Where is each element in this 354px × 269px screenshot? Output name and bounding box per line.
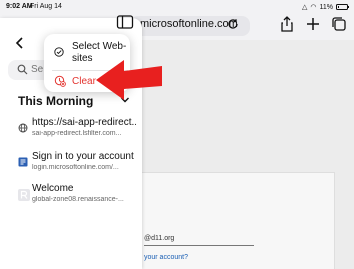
email-fragment[interactable]: @d11.org bbox=[144, 235, 174, 242]
tabs-overview-icon[interactable] bbox=[330, 15, 348, 33]
microsoft-favicon-icon bbox=[18, 157, 28, 167]
status-indicators: △ ◠ 11% bbox=[302, 3, 349, 11]
new-tab-icon[interactable] bbox=[304, 15, 322, 33]
history-item[interactable]: Sign in to your account login.microsofto… bbox=[0, 146, 142, 182]
history-item-url: login.microsoftonline.com/... bbox=[32, 164, 119, 171]
signal-icon: △ bbox=[302, 4, 308, 11]
renaissance-favicon-icon bbox=[18, 189, 30, 201]
wifi-icon: ◠ bbox=[310, 4, 317, 11]
section-title: This Morning bbox=[18, 94, 94, 108]
email-underline bbox=[144, 245, 254, 246]
back-chevron-icon[interactable] bbox=[14, 36, 26, 50]
status-date: Fri Aug 14 bbox=[30, 3, 62, 10]
reload-icon[interactable] bbox=[226, 17, 240, 31]
address-text[interactable]: microsoftonline.com bbox=[140, 18, 238, 30]
sidebar-toggle-icon[interactable] bbox=[116, 14, 134, 30]
history-item-title: https://sai-app-redirect... bbox=[32, 117, 136, 128]
search-icon bbox=[17, 64, 28, 75]
status-time: 9:02 AM bbox=[6, 3, 33, 10]
history-item[interactable]: Welcome global-zone08.renaissance-... bbox=[0, 178, 142, 214]
share-icon[interactable] bbox=[278, 15, 296, 33]
red-arrow-annotation bbox=[96, 60, 162, 100]
history-item-url: global-zone08.renaissance-... bbox=[32, 196, 124, 203]
battery-percent: 11% bbox=[319, 3, 334, 11]
account-link[interactable]: your account? bbox=[144, 254, 188, 261]
history-item[interactable]: https://sai-app-redirect... sai-app-redi… bbox=[0, 112, 142, 148]
history-item-url: sai-app-redirect.lsfilter.com... bbox=[32, 130, 122, 137]
clear-history-icon bbox=[54, 75, 66, 87]
history-item-title: Welcome bbox=[32, 183, 74, 194]
battery-fill bbox=[338, 6, 339, 8]
checkmark-circle-icon bbox=[54, 47, 64, 57]
battery-icon bbox=[336, 4, 349, 10]
globe-icon bbox=[18, 123, 28, 133]
history-item-title: Sign in to your account bbox=[32, 151, 134, 162]
search-placeholder[interactable]: Se bbox=[31, 64, 43, 75]
status-bar: 9:02 AM Fri Aug 14 △ ◠ 11% bbox=[0, 0, 354, 14]
clear-label: Clear bbox=[72, 76, 96, 87]
